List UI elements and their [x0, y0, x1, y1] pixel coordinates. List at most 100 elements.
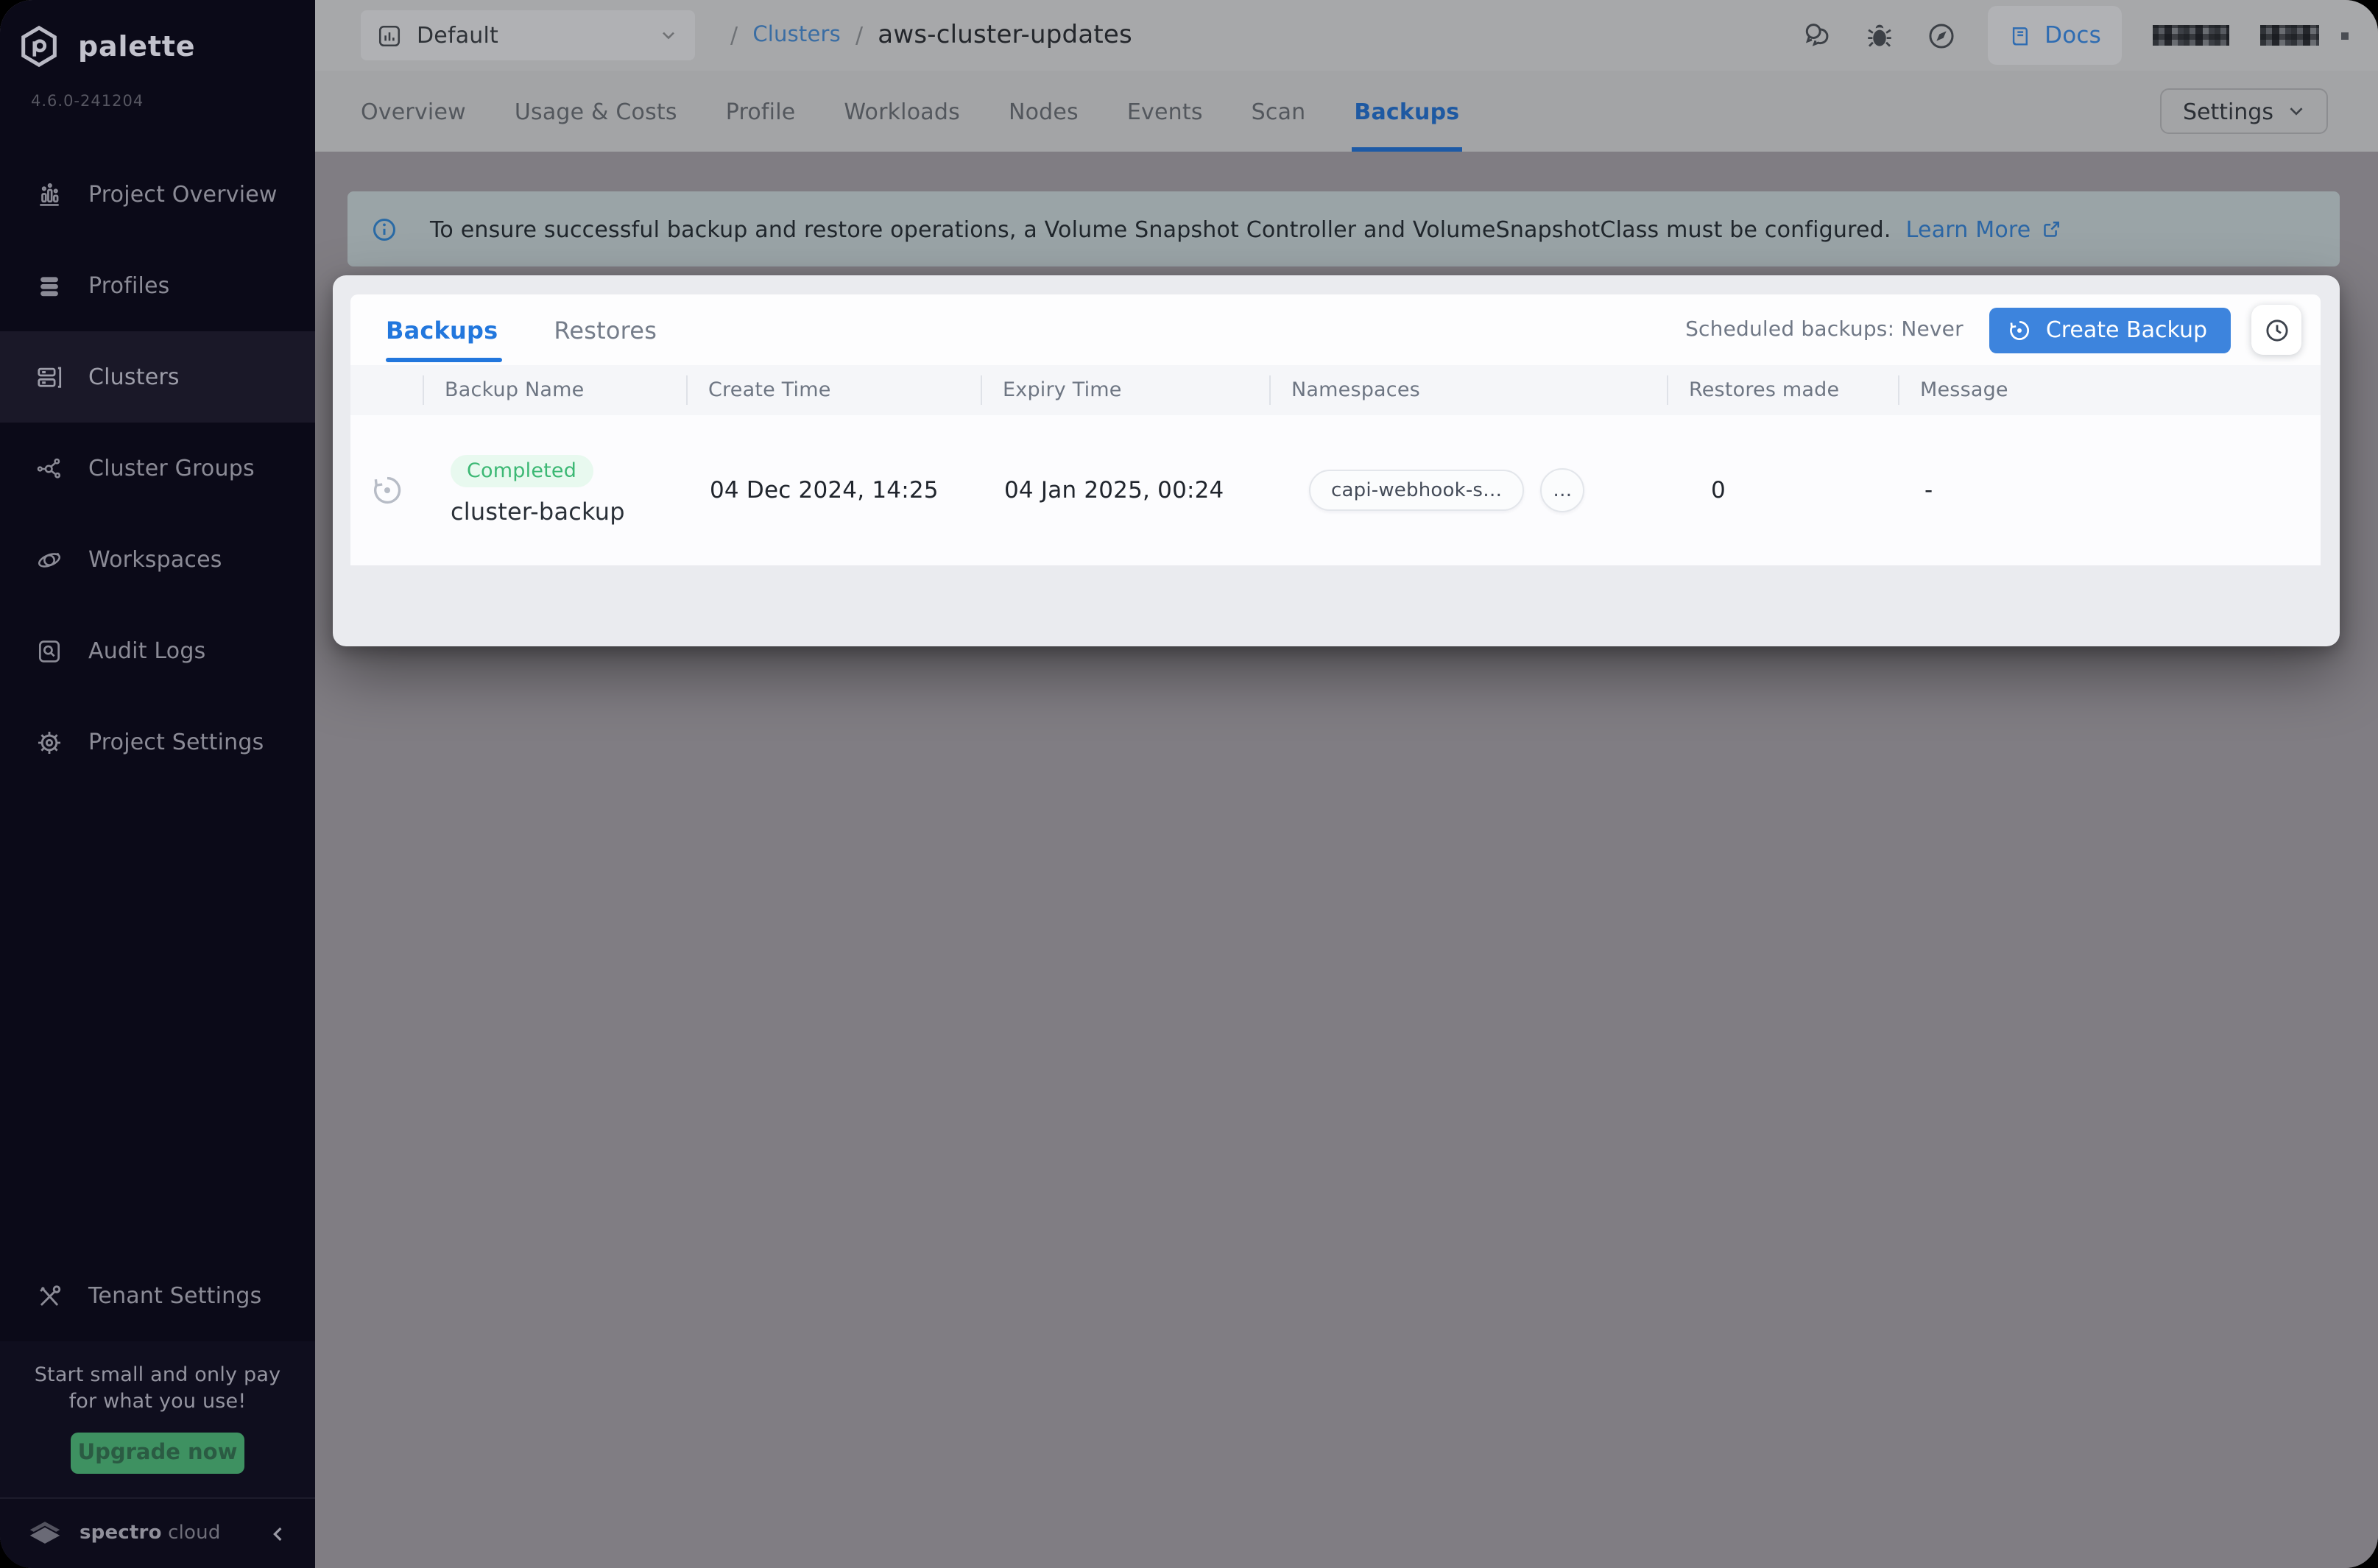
breadcrumb-link-clusters[interactable]: Clusters [752, 24, 841, 47]
create-time-cell: 04 Dec 2024, 14:25 [710, 477, 939, 504]
user-menu[interactable] [2153, 25, 2349, 46]
sidebar-item-cluster-groups[interactable]: Cluster Groups [0, 423, 315, 514]
message-cell: - [1924, 477, 1933, 504]
column-header-expiry-time: Expiry Time [981, 365, 1269, 415]
status-badge: Completed [451, 455, 593, 487]
restores-made-cell: 0 [1711, 477, 1726, 504]
page-title: aws-cluster-updates [878, 21, 1132, 50]
book-icon [2012, 27, 2028, 45]
sidebar-item-audit-logs[interactable]: Audit Logs [0, 605, 315, 696]
sidebar-item-label: Tenant Settings [88, 1282, 262, 1309]
namespaces-more-chip[interactable]: … [1540, 468, 1585, 512]
tab-scan[interactable]: Scan [1252, 99, 1306, 152]
upgrade-promo: Start small and only pay for what you us… [0, 1341, 315, 1497]
chevron-down-icon [663, 32, 674, 40]
sidebar-bottom: Tenant Settings Start small and only pay… [0, 1250, 315, 1568]
footer-brand-bold: spectro [80, 1522, 162, 1544]
sidebar-item-workspaces[interactable]: Workspaces [0, 514, 315, 605]
history-icon [373, 476, 401, 504]
tab-backups[interactable]: Backups [1351, 99, 1464, 152]
sidebar-item-label: Clusters [88, 364, 180, 390]
promo-line1: Start small and only pay [34, 1363, 281, 1387]
tab-events[interactable]: Events [1127, 99, 1203, 152]
docs-label: Docs [2044, 22, 2101, 49]
redacted-username [2260, 25, 2319, 46]
settings-label: Settings [2182, 98, 2273, 124]
info-banner: To ensure successful backup and restore … [347, 191, 2340, 266]
create-backup-button[interactable]: Create Backup [1989, 307, 2231, 353]
tab-profile[interactable]: Profile [726, 99, 796, 152]
upgrade-now-button[interactable]: Upgrade now [71, 1433, 244, 1474]
namespace-chip: capi-webhook-s… [1309, 470, 1525, 511]
breadcrumb-separator: / [730, 22, 738, 49]
column-header-restores-made: Restores made [1667, 365, 1898, 415]
tab-usage-costs[interactable]: Usage & Costs [515, 99, 677, 152]
sidebar-item-label: Workspaces [88, 546, 222, 573]
compass-icon[interactable] [1925, 20, 1956, 51]
palette-logo-icon [21, 25, 57, 68]
layers-icon [40, 276, 58, 296]
orbit-icon [38, 552, 61, 567]
content-area: To ensure successful backup and restore … [315, 152, 2378, 1568]
sidebar-item-label: Cluster Groups [88, 455, 255, 481]
servers-icon [38, 366, 62, 387]
backups-panel-header: Backups Restores Scheduled backups: Neve… [350, 294, 2321, 365]
external-link-icon[interactable] [2041, 218, 2063, 240]
breadcrumb-separator: / [855, 22, 864, 49]
docs-button[interactable]: Docs [1987, 6, 2122, 65]
promo-line2: for what you use! [68, 1390, 247, 1413]
scheduled-backups-status: Scheduled backups: Never [1685, 318, 1964, 342]
sidebar-item-label: Audit Logs [88, 638, 206, 664]
tab-backups-inner[interactable]: Backups [386, 294, 503, 365]
sidebar-item-tenant-settings[interactable]: Tenant Settings [0, 1250, 315, 1341]
tab-nodes[interactable]: Nodes [1009, 99, 1079, 152]
sidebar-item-clusters[interactable]: Clusters [0, 331, 315, 423]
table-row[interactable]: Completed cluster-backup 04 Dec 2024, 14… [350, 415, 2321, 565]
tools-icon [40, 1285, 61, 1305]
backups-card: Backups Restores Scheduled backups: Neve… [333, 275, 2340, 646]
user-menu-caret [2341, 32, 2349, 39]
sidebar-item-project-overview[interactable]: Project Overview [0, 149, 315, 240]
audit-icon [38, 640, 60, 662]
expiry-time-cell: 04 Jan 2025, 00:24 [1004, 477, 1224, 504]
sidebar-footer: spectro cloud [0, 1497, 315, 1568]
backups-table-header: Backup Name Create Time Expiry Time Name… [350, 365, 2321, 415]
banner-message: To ensure successful backup and restore … [430, 216, 1891, 242]
chart-select-icon [378, 24, 401, 46]
column-header-message: Message [1898, 365, 2321, 415]
version-label: 4.6.0-241204 [31, 93, 144, 110]
cluster-tab-bar: Overview Usage & Costs Profile Workloads… [315, 71, 2378, 152]
project-selector[interactable]: Default [361, 10, 695, 60]
sidebar-item-profiles[interactable]: Profiles [0, 240, 315, 331]
brand-logo: palette [0, 0, 315, 69]
sidebar-item-project-settings[interactable]: Project Settings [0, 696, 315, 788]
schedule-backup-button[interactable] [2251, 305, 2301, 355]
column-header-backup-name: Backup Name [423, 365, 686, 415]
backup-name-cell: Completed cluster-backup [423, 455, 686, 526]
backup-history-icon [350, 473, 423, 508]
history-icon [2010, 320, 2030, 339]
tab-workloads[interactable]: Workloads [844, 99, 960, 152]
brand-name: palette [78, 30, 196, 63]
clock-icon [2265, 319, 2287, 341]
cluster-settings-button[interactable]: Settings [2160, 88, 2328, 134]
sidebar-item-label: Profiles [88, 272, 170, 299]
create-backup-label: Create Backup [2045, 317, 2207, 343]
tab-overview[interactable]: Overview [361, 99, 466, 152]
palette-app-window: palette 4.6.0-241204 Project Overview Pr… [0, 0, 2378, 1568]
spectro-logo-icon [29, 1522, 60, 1544]
namespaces-cell: capi-webhook-s… … [1269, 468, 1667, 512]
chat-icon[interactable] [1802, 20, 1832, 51]
column-header-namespaces: Namespaces [1269, 365, 1667, 415]
chevron-down-icon [2290, 107, 2303, 116]
collapse-sidebar-icon[interactable] [267, 1522, 290, 1545]
tab-restores-inner[interactable]: Restores [554, 294, 657, 365]
bar-chart-icon [40, 182, 59, 205]
sidebar-item-label: Project Overview [88, 181, 278, 208]
redacted-username [2153, 25, 2229, 46]
bug-icon[interactable] [1863, 20, 1894, 51]
column-header-empty [350, 365, 423, 415]
footer-brand: spectro cloud [80, 1522, 221, 1544]
top-bar: Default / Clusters / aws-cluster-updates [315, 0, 2378, 71]
learn-more-link[interactable]: Learn More [1906, 216, 2031, 242]
